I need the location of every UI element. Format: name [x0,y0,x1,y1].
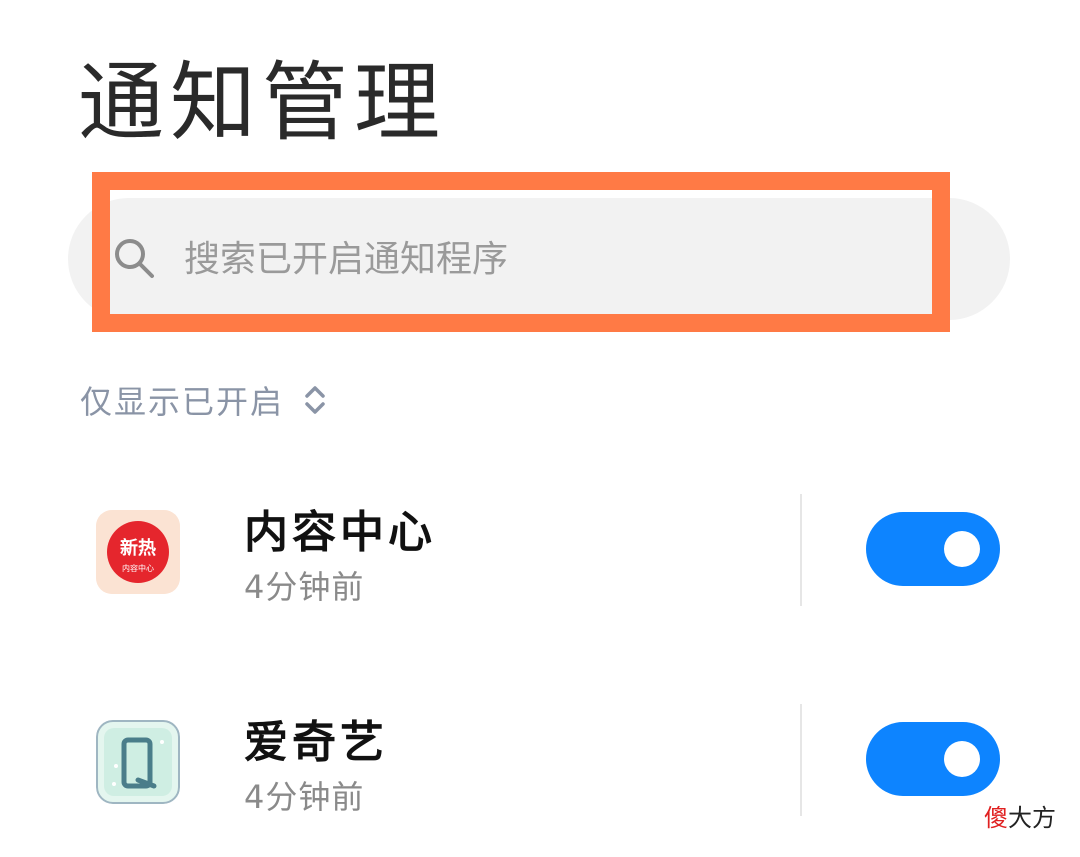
content-center-app-icon: 新热 内容中心 [96,510,180,594]
app-last-notified: 4分钟前 [244,778,365,816]
notification-toggle-content-center[interactable] [866,512,1000,586]
watermark: 傻大方 [980,798,1060,833]
watermark-first-char: 傻 [984,804,1008,832]
toggle-knob [944,741,980,777]
row-divider [800,704,802,816]
page-title: 通知管理 [78,53,446,153]
app-last-notified: 4分钟前 [244,568,365,606]
watermark-rest: 大方 [1008,804,1056,832]
filter-toggle[interactable]: 仅显示已开启 [80,372,328,428]
sort-chevrons-icon [305,386,325,414]
content-center-icon-main-text: 新热 [120,537,156,559]
app-name: 内容中心 [244,507,436,558]
notification-toggle-iqiyi[interactable] [866,722,1000,796]
app-row-iqiyi[interactable]: 爱奇艺 4分钟前 [0,702,1080,822]
app-name: 爱奇艺 [244,717,388,768]
row-divider [800,494,802,606]
search-icon [115,239,154,278]
iqiyi-app-icon [96,720,180,804]
filter-label: 仅显示已开启 [80,383,285,421]
toggle-knob [944,531,980,567]
content-center-icon-sub-text: 内容中心 [122,563,154,573]
app-row-content-center[interactable]: 新热 内容中心 内容中心 4分钟前 [0,492,1080,612]
search-input[interactable] [184,226,884,292]
